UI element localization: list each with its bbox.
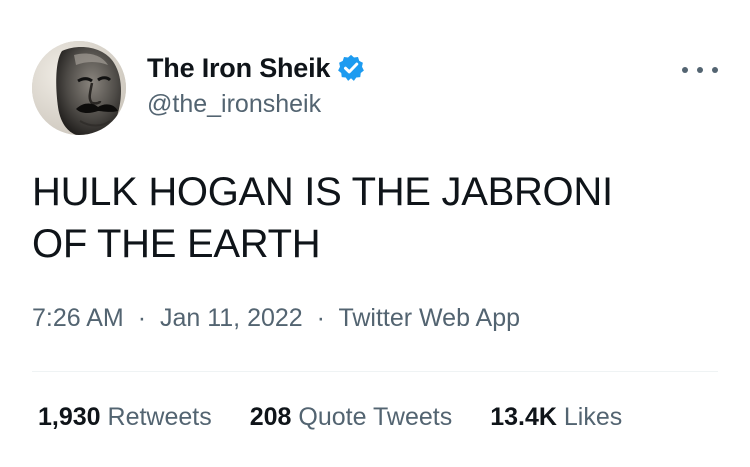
user-names: The Iron Sheik @the_ironsheik [147, 50, 366, 119]
tweet-date[interactable]: Jan 11, 2022 [160, 304, 303, 332]
display-name[interactable]: The Iron Sheik [147, 53, 330, 84]
tweet-text-line: OF THE EARTH [32, 222, 321, 266]
meta-separator: · [137, 304, 147, 332]
tweet-time[interactable]: 7:26 AM [32, 304, 124, 332]
verified-badge-icon[interactable] [336, 53, 366, 83]
quote-tweets-stat[interactable]: 208 Quote Tweets [250, 403, 452, 432]
tweet-text: HULK HOGAN IS THE JABRONI OF THE EARTH [32, 166, 722, 270]
avatar[interactable] [32, 41, 126, 135]
tweet-stats: 1,930 Retweets 208 Quote Tweets 13.4K Li… [38, 403, 660, 432]
likes-count: 13.4K [490, 403, 557, 431]
tweet-source[interactable]: Twitter Web App [338, 304, 520, 332]
display-name-row: The Iron Sheik [147, 50, 366, 86]
meta-separator: · [316, 304, 325, 332]
tweet-text-line: HULK HOGAN IS THE JABRONI [32, 170, 613, 214]
more-horizontal-icon[interactable] [682, 60, 718, 80]
likes-label: Likes [563, 403, 623, 431]
quote-tweets-count: 208 [249, 403, 292, 431]
retweets-stat[interactable]: 1,930 Retweets [38, 403, 212, 432]
more-dot [712, 67, 718, 73]
avatar-portrait-image [32, 41, 126, 135]
more-dot [682, 67, 688, 73]
tweet-meta: 7:26 AM · Jan 11, 2022 · Twitter Web App [32, 304, 520, 333]
likes-stat[interactable]: 13.4K Likes [490, 403, 622, 432]
retweets-count: 1,930 [38, 403, 101, 431]
user-handle[interactable]: @the_ironsheik [147, 90, 366, 119]
divider [32, 371, 718, 372]
more-dot [697, 67, 703, 73]
retweets-label: Retweets [107, 403, 212, 431]
tweet-card: The Iron Sheik @the_ironsheik HULK HOGAN… [0, 0, 750, 467]
quote-tweets-label: Quote Tweets [298, 403, 453, 431]
